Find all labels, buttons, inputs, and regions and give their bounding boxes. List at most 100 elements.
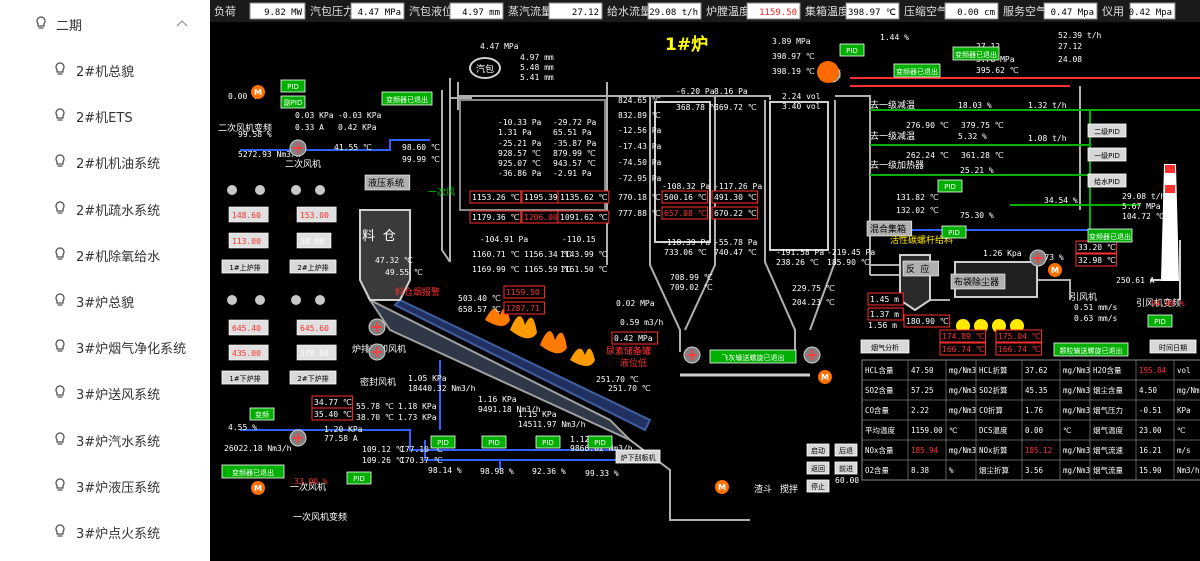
motor-icon[interactable]: M [251,85,265,99]
svg-text:M: M [254,88,262,97]
button-time_sync[interactable]: 时间日期 [1149,339,1197,354]
table-cell: 烟气温度 [1093,425,1123,435]
button-pid[interactable]: PID [1147,314,1173,328]
button-pid[interactable]: PID [430,435,456,449]
button-return[interactable]: 返回 [806,461,830,475]
process-value-j5: 1.32 t/h [1028,101,1067,110]
process-value-f7: 109.26 ℃ [362,456,405,465]
fan-icon[interactable] [803,346,821,364]
button-pid[interactable]: PID [839,43,865,57]
button-label: 二级PID [1094,127,1120,136]
fan-icon[interactable] [368,343,386,361]
button-nwbl[interactable]: 颗粒输送螺旋已退出 [1053,342,1129,357]
table-cell: HCL折算 [979,365,1008,375]
process-value-sb8: 378.00 [300,349,329,358]
process-value-bd2: 布袋除尘器 [954,276,999,288]
button-down_plate[interactable]: 炉下刮板机 [615,449,661,464]
process-value-e11: 204.23 ℃ [792,298,835,307]
button-loc2[interactable]: 2#上炉排 [289,259,337,274]
process-value-f24: 658.57 ℃ [458,305,501,314]
sidebar-item[interactable]: 2#机疏水系统 [0,188,210,228]
process-value-h8: 491.30 ℃ [714,193,757,202]
button-pid_w[interactable]: 给水PID [1087,173,1127,188]
button-fly_ash[interactable]: 飞灰输送螺旋已退出 [709,349,797,364]
sidebar-item[interactable]: 3#炉汽水系统 [0,419,210,459]
button-start[interactable]: 启动 [806,443,830,457]
process-value-j3: 去一级加热器 [870,159,924,171]
process-value-f2: 38.70 ℃ [356,413,394,422]
process-value-t1: 41.55 ℃ [334,143,372,152]
chevron-up-icon[interactable] [176,19,188,27]
process-value-j4: 18.03 % [958,101,992,110]
button-loc4[interactable]: 2#下炉排 [289,370,337,385]
button-fwd[interactable]: 前进 [834,461,858,475]
sidebar-item[interactable]: 2#机机油系统 [0,141,210,181]
button-pid[interactable]: PID [587,435,613,449]
sidebar-item[interactable]: 3#炉送风系统 [0,372,210,412]
button-pid2[interactable]: 二级PID [1087,123,1127,138]
button-pid[interactable]: PID [937,179,963,193]
motor-icon[interactable]: M [818,370,832,384]
process-value-sb1: 148.60 [232,211,261,220]
table-cell: mg/Nm3 [1063,366,1090,375]
button-pid_b[interactable]: 副PID [280,95,306,109]
button-label: PID [948,229,960,237]
button-freq_out[interactable]: 变频器已退出 [952,46,1000,61]
button-loc1[interactable]: 1#上炉排 [221,259,269,274]
process-value-h6: -117.26 Pa [714,182,762,191]
button-back[interactable]: 后退 [834,443,858,457]
fan-icon[interactable] [1029,249,1047,267]
button-label: 变频器已退出 [232,468,274,477]
sidebar-item[interactable]: 3#炉总貌 [0,280,210,320]
motor-icon[interactable]: M [251,481,265,495]
button-stop[interactable]: 停止 [806,479,830,493]
topbar-label: 炉膛温度 [706,4,750,18]
button-smoke[interactable]: 烟气分析 [860,339,910,354]
button-pid1[interactable]: 一级PID [1087,147,1127,162]
table-cell: mg/Nm3 [949,446,976,455]
table-cell: 3.56 [1025,466,1044,475]
sidebar-item[interactable]: 3#炉点火系统 [0,511,210,551]
process-value-f18: 98.98 % [480,467,514,476]
topbar-value: 4.97 mm [462,8,500,18]
process-value-fan2-kpa: 0.03 KPa [295,111,334,120]
process-value-j9: 1.08 t/h [1028,134,1067,143]
process-value-fan1: 一次风机变频 [293,511,347,523]
sidebar-group-header[interactable]: 二期 [0,3,210,43]
button-fan_freq_out[interactable]: 变频 [249,407,275,421]
process-value-h7: 500.16 ℃ [664,193,707,202]
table-cell: DCS温度 [979,425,1008,435]
button-freq_out[interactable]: 变频器已退出 [1087,228,1133,243]
fan-icon[interactable] [368,318,386,336]
motor-icon[interactable]: M [715,480,729,494]
sidebar-item[interactable]: 3#炉液压系统 [0,465,210,505]
sidebar-item[interactable]: 2#机除氧给水 [0,234,210,274]
topbar-value: 9.82 MW [264,8,303,18]
process-value-lc-t2: 49.55 ℃ [385,268,423,277]
table-cell: 8.38 [911,466,930,475]
button-pid[interactable]: PID [346,471,372,485]
fan-icon[interactable] [683,346,701,364]
table-cell: CO含量 [865,405,890,415]
button-pid[interactable]: PID [280,79,306,93]
fan-icon[interactable] [289,429,307,447]
process-value-j18: 5.67 MPa [1122,202,1161,211]
button-pid[interactable]: PID [535,435,561,449]
button-freq_out[interactable]: 变频器已退出 [893,63,941,78]
process-value-f3: 1.18 KPa [398,402,437,411]
motor-icon[interactable]: M [1048,263,1062,277]
button-freq_out[interactable]: 变频器已退出 [221,464,285,479]
process-value-c5: -74.50 Pa [618,158,662,167]
button-pid[interactable]: PID [941,225,967,239]
process-value-g13: 1153.26 ℃ [472,193,520,202]
sidebar-item[interactable]: 3#炉烟气净化系统 [0,326,210,366]
button-freq_out[interactable]: 变频器已退出 [381,91,433,106]
process-value-m2: 0.42 MPa [614,334,653,343]
table-cell: H2O含量 [1093,365,1122,375]
button-pid[interactable]: PID [481,435,507,449]
sidebar-item[interactable]: 2#机ETS [0,95,210,135]
fan-icon[interactable] [289,139,307,157]
button-loc3[interactable]: 1#下炉排 [221,370,269,385]
sidebar-item[interactable]: 2#机总貌 [0,49,210,89]
process-value-g7: -29.72 Pa [553,118,597,127]
